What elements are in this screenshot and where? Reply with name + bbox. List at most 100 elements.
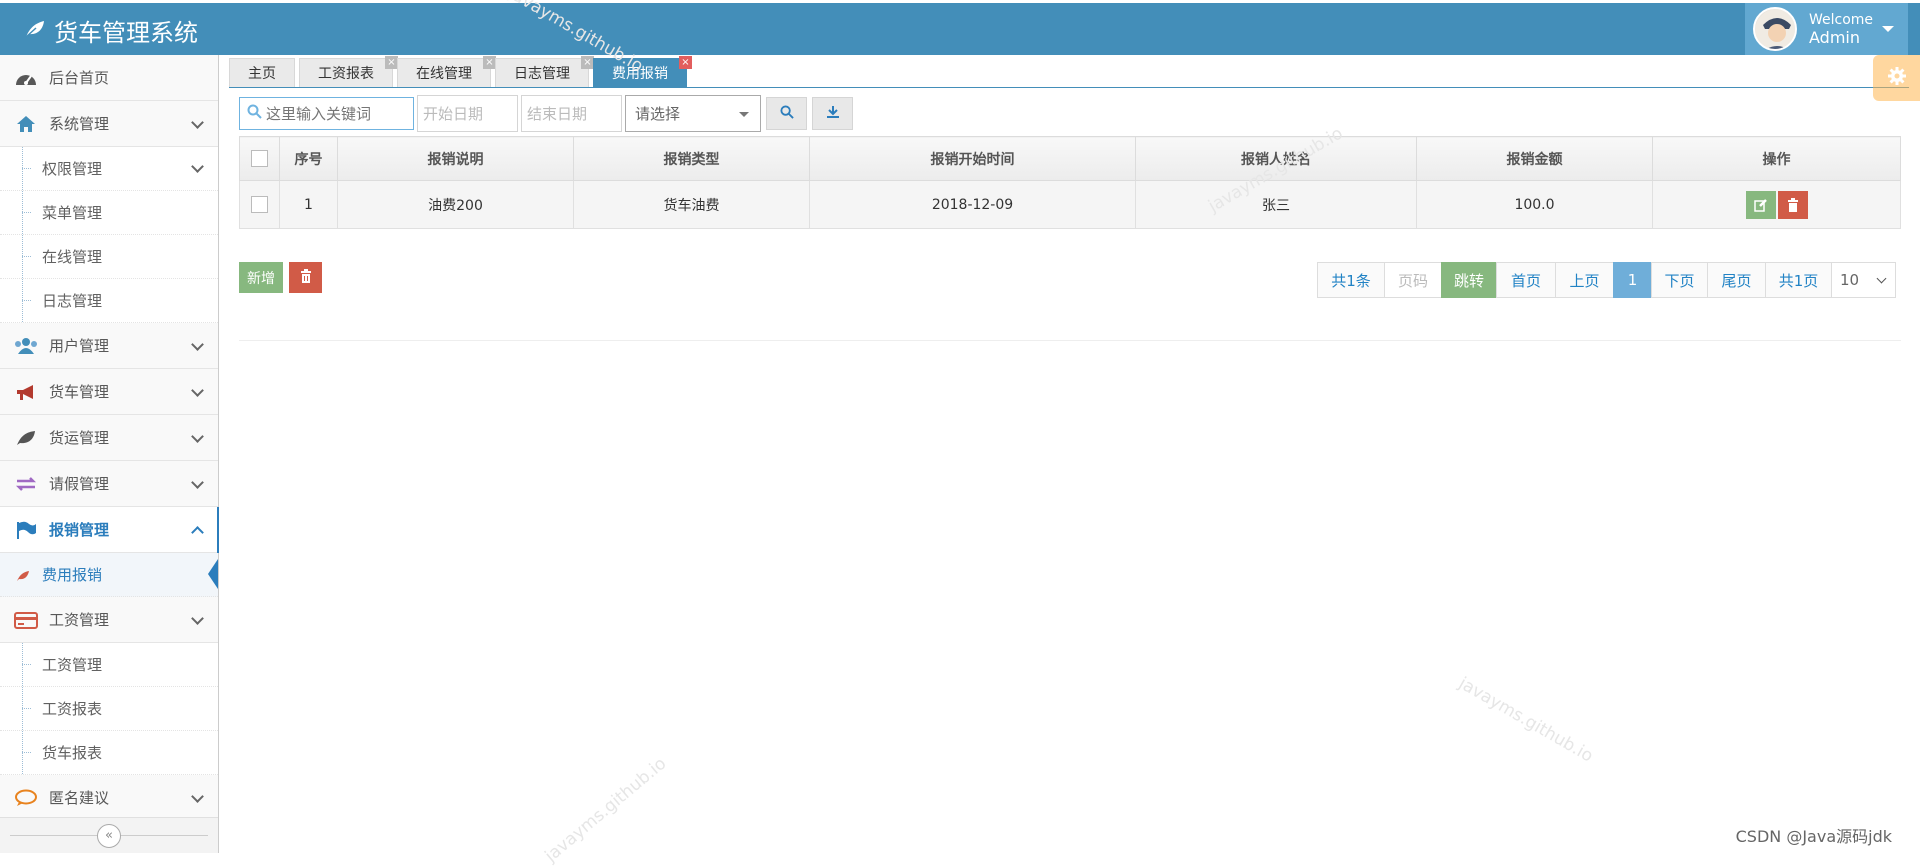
close-icon[interactable]: ×: [679, 56, 692, 69]
sidebar-collapse-bar: «: [0, 817, 218, 853]
pager-prev[interactable]: 上页: [1555, 262, 1614, 298]
sidebar-item-label: 在线管理: [42, 248, 103, 266]
chevron-down-icon: [191, 790, 204, 803]
comment-icon: [13, 788, 39, 808]
active-pointer: [208, 559, 218, 589]
sidebar-item-label: 工资管理: [42, 656, 103, 674]
sidebar-item-label: 工资报表: [42, 700, 103, 718]
search-icon: [247, 104, 262, 123]
chevron-down-icon: [191, 116, 204, 129]
tab-label: 在线管理: [416, 66, 472, 82]
end-date-field[interactable]: 结束日期: [521, 95, 622, 132]
column-header: 操作: [1652, 136, 1901, 181]
chevron-down-icon: [191, 160, 204, 173]
edit-icon: [1753, 198, 1767, 212]
export-button[interactable]: [812, 97, 853, 130]
sidebar-item-label: 工资管理: [49, 611, 110, 629]
brand[interactable]: 货车管理系统: [24, 13, 198, 48]
tab-salary-report[interactable]: 工资报表 ×: [299, 56, 398, 87]
pager-first[interactable]: 首页: [1496, 262, 1556, 298]
column-header[interactable]: 序号: [279, 136, 338, 181]
sidebar-item-salary-report[interactable]: 工资报表: [0, 687, 218, 731]
settings-button[interactable]: [1873, 55, 1920, 101]
sidebar-item-label: 请假管理: [49, 475, 110, 493]
chevron-up-icon: [191, 526, 204, 539]
pager-pages: 共1页: [1765, 262, 1832, 298]
sidebar-item-permission[interactable]: 权限管理: [0, 147, 218, 191]
tab-home[interactable]: 主页: [229, 58, 295, 87]
search-input[interactable]: [266, 104, 406, 123]
table-row[interactable]: 1 油费200 货车油费 2018-12-09 张三 100.0: [239, 180, 1901, 229]
content-divider: [239, 340, 1901, 341]
add-button[interactable]: 新增: [239, 262, 283, 293]
home-icon: [13, 114, 39, 134]
sidebar-item-menu[interactable]: 菜单管理: [0, 191, 218, 235]
cell-amount: 100.0: [1416, 180, 1653, 229]
pager-last[interactable]: 尾页: [1707, 262, 1766, 298]
sidebar-item-system[interactable]: 系统管理: [0, 101, 218, 147]
double-left-icon[interactable]: «: [97, 824, 121, 848]
sidebar-item-truck-report[interactable]: 货车报表: [0, 731, 218, 775]
row-select-cell: [239, 180, 280, 229]
sidebar-item-expense[interactable]: 费用报销: [0, 553, 218, 597]
sidebar-item-reimburse[interactable]: 报销管理: [0, 507, 219, 553]
start-date-field[interactable]: 开始日期: [417, 95, 518, 132]
page-number-input[interactable]: 页码: [1384, 262, 1442, 298]
sidebar-item-salary[interactable]: 工资管理: [0, 597, 218, 643]
cell-type: 货车油费: [573, 180, 810, 229]
sidebar-item-users[interactable]: 用户管理: [0, 323, 218, 369]
flag-icon: [13, 520, 39, 540]
chevron-down-icon: [1876, 273, 1887, 284]
select-all-checkbox[interactable]: [251, 150, 268, 167]
sidebar-item-label: 权限管理: [42, 160, 103, 178]
watermark: javayms.github.io: [1455, 673, 1597, 767]
sidebar-item-online[interactable]: 在线管理: [0, 235, 218, 279]
exchange-icon: [13, 474, 39, 494]
user-menu[interactable]: Welcome Admin: [1745, 3, 1908, 55]
sidebar-item-trucks[interactable]: 货车管理: [0, 369, 218, 415]
tab-online[interactable]: 在线管理 ×: [397, 56, 496, 87]
chevron-down-icon: [191, 338, 204, 351]
tab-log[interactable]: 日志管理 ×: [495, 56, 594, 87]
pager-go-button[interactable]: 跳转: [1441, 262, 1497, 298]
chevron-down-icon: [191, 476, 204, 489]
edit-button[interactable]: [1745, 190, 1776, 219]
sidebar-item-leave[interactable]: 请假管理: [0, 461, 218, 507]
sidebar-item-suggest[interactable]: 匿名建议: [0, 775, 218, 821]
bulk-delete-button[interactable]: [289, 262, 322, 293]
sidebar-item-label: 货运管理: [49, 429, 110, 447]
bullhorn-icon: [13, 382, 39, 402]
dashboard-icon: [13, 68, 39, 88]
search-button[interactable]: [766, 97, 807, 130]
sidebar-item-label: 货车报表: [42, 744, 103, 762]
row-checkbox[interactable]: [251, 196, 268, 213]
tab-divider: [229, 87, 1909, 88]
pager-next[interactable]: 下页: [1651, 262, 1708, 298]
column-header[interactable]: 报销类型: [573, 136, 810, 181]
delete-row-button[interactable]: [1777, 190, 1808, 219]
chevron-down-icon: [191, 384, 204, 397]
sidebar-item-label: 匿名建议: [49, 789, 110, 807]
pager-current[interactable]: 1: [1613, 262, 1652, 298]
sidebar-item-home[interactable]: 后台首页: [0, 55, 218, 101]
tab-label: 工资报表: [318, 66, 374, 82]
column-header[interactable]: 报销开始时间: [809, 136, 1136, 181]
sidebar-item-freight[interactable]: 货运管理: [0, 415, 218, 461]
column-header[interactable]: 报销说明: [337, 136, 574, 181]
cell-start: 2018-12-09: [809, 180, 1136, 229]
tab-label: 主页: [248, 66, 276, 82]
page-size-select[interactable]: 10: [1831, 262, 1896, 298]
sidebar-item-log[interactable]: 日志管理: [0, 279, 218, 323]
welcome-text: Welcome: [1809, 12, 1874, 28]
tab-expense[interactable]: 费用报销 ×: [593, 56, 692, 87]
select-all-cell: [239, 136, 280, 181]
column-header[interactable]: 报销金额: [1416, 136, 1653, 181]
gear-icon: [1887, 66, 1907, 90]
tab-label: 费用报销: [612, 66, 668, 82]
search-box: [239, 97, 414, 130]
type-select[interactable]: 请选择: [625, 95, 761, 132]
sidebar-item-salary-manage[interactable]: 工资管理: [0, 643, 218, 687]
column-header[interactable]: 报销人姓名: [1135, 136, 1417, 181]
cell-name: 张三: [1135, 180, 1417, 229]
sidebar-item-label: 后台首页: [49, 69, 110, 87]
